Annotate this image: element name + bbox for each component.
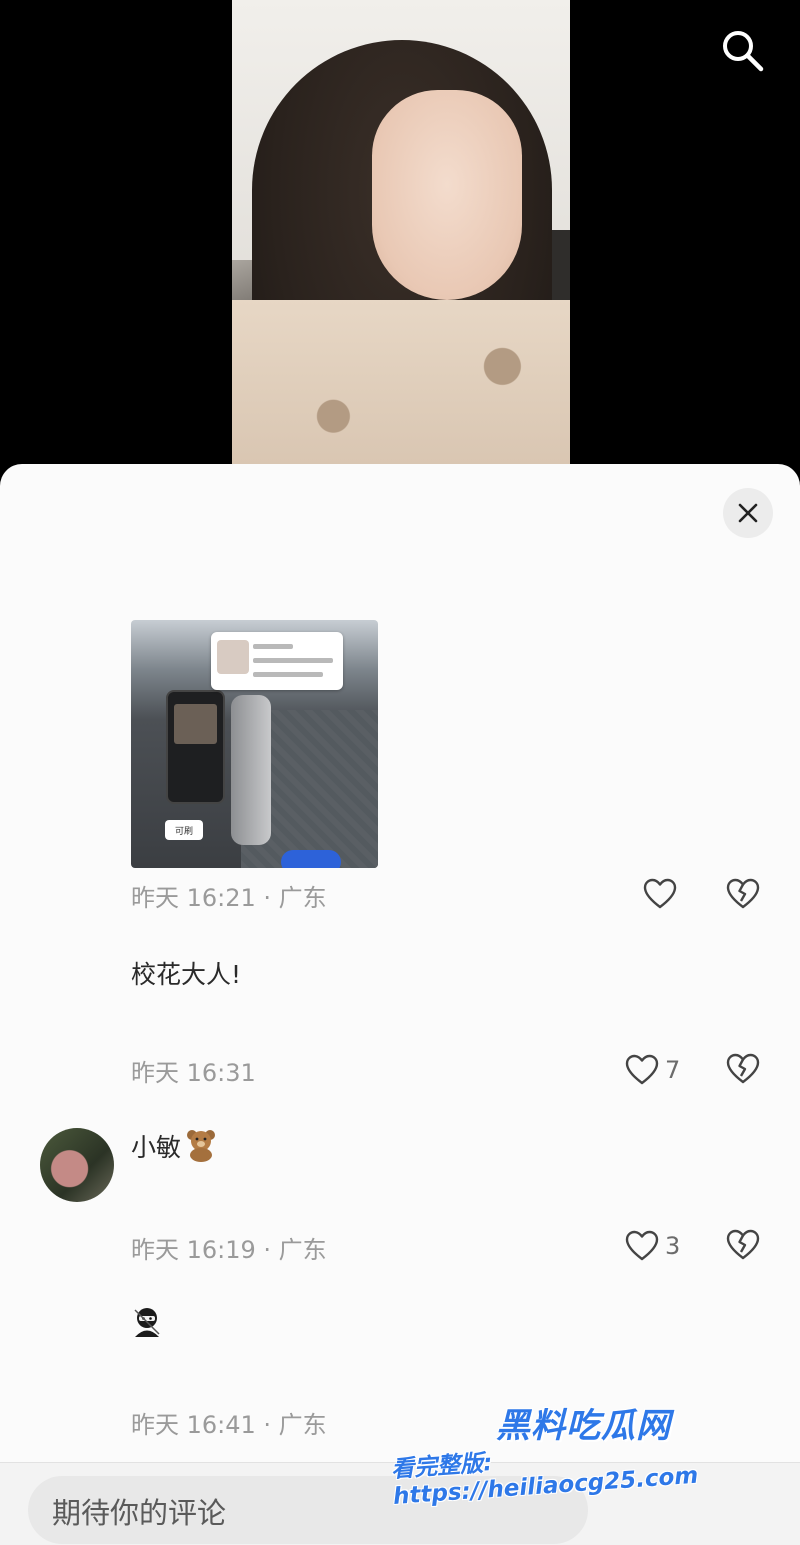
image-bubble-avatar xyxy=(217,640,249,674)
close-button[interactable] xyxy=(723,488,773,538)
image-tag: 可刷 xyxy=(165,820,203,840)
video-person-shirt xyxy=(232,300,570,466)
comment-meta: 昨天 16:19 · 广东 xyxy=(131,1236,327,1264)
avatar[interactable] xyxy=(40,1128,114,1202)
close-icon xyxy=(738,503,758,523)
comment-text: 校花大人! xyxy=(131,960,242,989)
heart-icon xyxy=(643,878,677,909)
broken-heart-icon xyxy=(726,1053,760,1084)
video-person-face xyxy=(372,90,522,300)
image-bubble-line xyxy=(253,672,323,677)
comment-sheet xyxy=(0,464,800,1544)
image-phone-screen xyxy=(174,704,217,744)
comment-author: 小敏 xyxy=(131,1133,182,1162)
image-bubble-line xyxy=(253,658,333,663)
image-robot-arm xyxy=(231,695,271,845)
like-count: 3 xyxy=(665,1232,681,1260)
like-button[interactable] xyxy=(643,874,677,914)
like-count: 7 xyxy=(665,1056,681,1084)
like-button[interactable]: 7 xyxy=(625,1050,680,1090)
video-frame xyxy=(232,0,570,466)
search-button[interactable] xyxy=(716,24,768,76)
like-button[interactable]: 3 xyxy=(625,1226,680,1266)
video-player[interactable] xyxy=(0,0,800,470)
teddy-bear-icon xyxy=(187,1130,215,1162)
search-icon xyxy=(723,31,764,72)
comment-image[interactable]: 可刷 xyxy=(131,620,378,868)
ninja-icon xyxy=(134,1308,160,1337)
image-bubble-line xyxy=(253,644,293,649)
comment-meta: 昨天 16:41 · 广东 xyxy=(131,1411,327,1439)
comment-input-placeholder: 期待你的评论 xyxy=(52,1496,227,1530)
dislike-button[interactable] xyxy=(725,876,761,912)
comment-meta: 昨天 16:31 xyxy=(131,1059,256,1087)
image-blue-pill xyxy=(281,850,341,868)
image-phone xyxy=(166,690,225,804)
broken-heart-icon xyxy=(726,878,760,909)
heart-icon xyxy=(625,1054,659,1085)
dislike-button[interactable] xyxy=(725,1051,761,1087)
dislike-button[interactable] xyxy=(725,1227,761,1263)
heart-icon xyxy=(625,1230,659,1261)
broken-heart-icon xyxy=(726,1229,760,1260)
comment-meta: 昨天 16:21 · 广东 xyxy=(131,884,327,912)
image-chat-bubble xyxy=(211,632,343,690)
